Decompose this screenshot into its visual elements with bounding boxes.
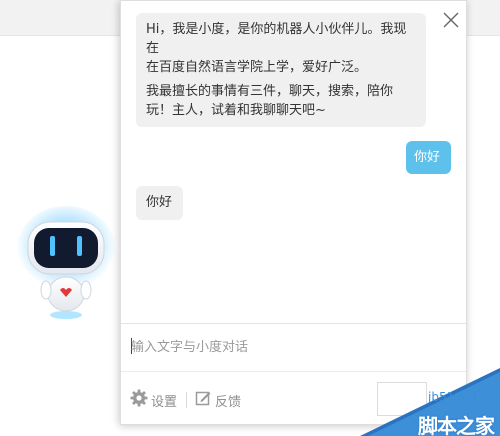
watermark-corner <box>360 368 500 436</box>
watermark-site: jb51.net <box>428 390 478 404</box>
watermark-name: 脚本之家 <box>418 414 495 436</box>
